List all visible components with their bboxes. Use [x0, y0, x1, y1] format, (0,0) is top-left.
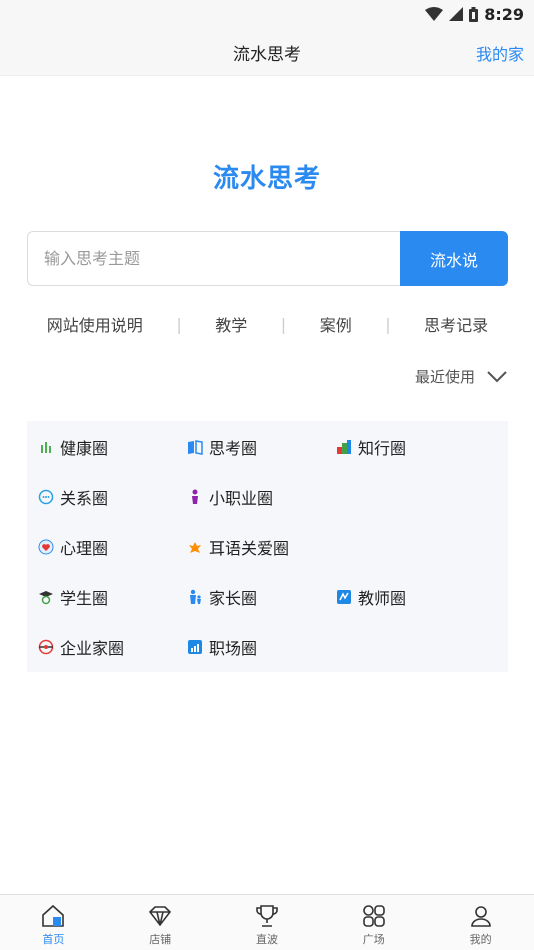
topic-input[interactable]: [27, 231, 400, 286]
circle-health[interactable]: 健康圈: [38, 435, 108, 459]
circle-relationship[interactable]: 关系圈: [38, 485, 108, 509]
circle-label: 教师圈: [358, 589, 407, 608]
book-icon: [188, 440, 203, 455]
circle-label: 关系圈: [60, 489, 109, 508]
circle-label: 心理圈: [60, 539, 109, 558]
circle-small-career[interactable]: 小职业圈: [187, 485, 273, 509]
circle-whisper-care[interactable]: 耳语关爱圈: [187, 535, 289, 559]
tab-label: 我的: [469, 933, 492, 946]
tab-label: 广场: [362, 933, 385, 946]
link-guide[interactable]: 网站使用说明: [41, 312, 149, 336]
tab-live[interactable]: 直波: [214, 895, 321, 950]
circle-label: 学生圈: [60, 589, 109, 608]
brand-title: 流水思考: [212, 164, 321, 194]
chart-icon: [188, 640, 202, 654]
recent-label: 最近使用: [414, 368, 475, 386]
link-cases[interactable]: 案例: [314, 312, 358, 336]
tab-mine[interactable]: 我的: [427, 895, 534, 950]
home-icon: [42, 904, 65, 927]
family-icon: [190, 589, 201, 604]
link-teaching[interactable]: 教学: [209, 312, 253, 336]
tab-shop[interactable]: 店铺: [107, 895, 214, 950]
grid-icon: [362, 905, 385, 927]
recent-dropdown[interactable]: 最近使用: [415, 366, 507, 387]
blocks-icon: [337, 440, 351, 454]
page-title: 流水思考: [233, 45, 301, 65]
person-icon: [192, 489, 198, 504]
chevron-down-icon: [487, 370, 507, 382]
status-bar: 8:29: [0, 0, 534, 28]
circle-workplace[interactable]: 职场圈: [187, 635, 257, 659]
status-time: 8:29: [484, 4, 524, 24]
circle-label: 职场圈: [209, 639, 258, 658]
tab-label: 店铺: [149, 933, 172, 946]
circle-label: 知行圈: [358, 439, 407, 458]
help-links: 网站使用说明 | 教学 | 案例 | 思考记录: [27, 312, 508, 336]
search-bar: 流水说: [27, 231, 508, 286]
circle-label: 家长圈: [209, 589, 258, 608]
sparkle-icon: [189, 542, 201, 553]
leaf-icon: [41, 442, 51, 453]
circle-label: 企业家圈: [60, 639, 125, 658]
link-records[interactable]: 思考记录: [418, 312, 494, 336]
divider: |: [385, 314, 391, 334]
tab-label: 直波: [255, 933, 278, 946]
circle-label: 小职业圈: [209, 489, 274, 508]
circle-label: 健康圈: [60, 439, 109, 458]
teacher-icon: [337, 590, 351, 604]
badge-icon: [38, 639, 54, 655]
battery-icon: [469, 6, 479, 22]
signal-icon: [449, 7, 464, 21]
divider: |: [280, 314, 287, 334]
chat-bubble-icon: [38, 489, 54, 505]
circle-teacher[interactable]: 教师圈: [336, 585, 406, 609]
circle-knowing-doing[interactable]: 知行圈: [336, 435, 406, 459]
app-header: 流水思考 我的家: [0, 28, 534, 76]
trophy-icon: [256, 905, 278, 927]
circle-entrepreneur[interactable]: 企业家圈: [38, 635, 124, 659]
circle-student[interactable]: 学生圈: [38, 585, 108, 609]
circle-thinking[interactable]: 思考圈: [187, 435, 257, 459]
tab-label: 首页: [42, 933, 65, 946]
circle-parent[interactable]: 家长圈: [187, 585, 257, 609]
bottom-tab-bar: 首页 店铺 直波 广场 我的: [0, 894, 534, 950]
my-home-link[interactable]: 我的家: [476, 41, 524, 65]
tab-square[interactable]: 广场: [320, 895, 427, 950]
circle-label: 思考圈: [209, 439, 258, 458]
circle-psychology[interactable]: 心理圈: [38, 535, 108, 559]
graduate-icon: [39, 591, 53, 605]
submit-button[interactable]: 流水说: [400, 231, 508, 286]
status-indicators: 8:29: [425, 4, 524, 24]
divider: |: [176, 314, 182, 334]
circles-panel: 健康圈 思考圈 知行圈 关系圈 小职业圈 心理圈 耳语关爱圈 学生圈 家长圈 教…: [27, 421, 508, 672]
circle-label: 耳语关爱圈: [209, 539, 290, 558]
tab-home[interactable]: 首页: [0, 895, 107, 950]
wifi-icon: [425, 7, 444, 21]
heart-shield-icon: [38, 539, 54, 555]
user-icon: [470, 906, 491, 927]
diamond-icon: [149, 906, 172, 927]
